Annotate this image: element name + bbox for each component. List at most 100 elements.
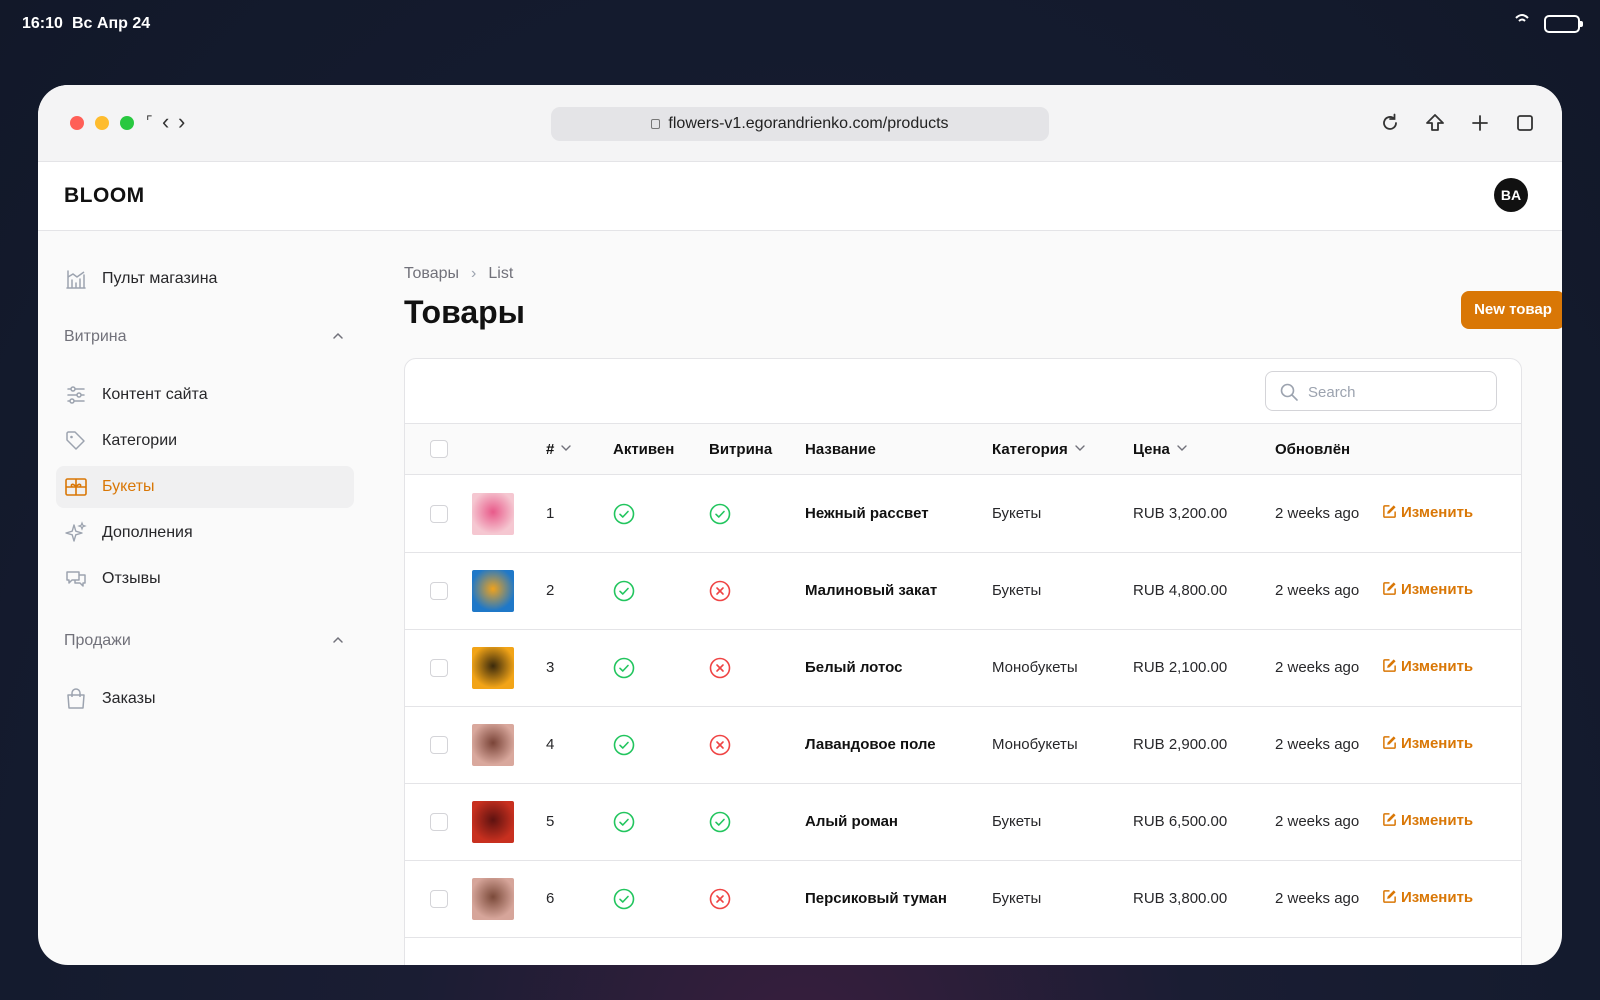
battery-icon [1544,15,1583,33]
cell-number: 6 [546,890,555,907]
column-header-category[interactable]: Категория [992,441,1086,458]
search-icon [1279,382,1299,402]
cell-number: 1 [546,505,555,522]
cell-updated: 2 weeks ago [1275,813,1360,830]
edit-button[interactable]: Изменить [1382,812,1473,829]
check-circle-icon [613,734,635,756]
sidebar-item-bouquets[interactable]: Букеты [56,466,354,508]
edit-button[interactable]: Изменить [1382,735,1473,752]
column-header-number[interactable]: # [546,441,572,458]
cell-product-name: Лавандовое поле [805,736,936,753]
cell-updated: 2 weeks ago [1275,736,1360,753]
table-row[interactable]: 3 Белый лотос Монобукеты RUB 2,100.00 2 week… [405,630,1521,707]
search-input[interactable] [1308,381,1488,403]
share-icon[interactable] [1423,111,1447,135]
forward-icon[interactable]: › [178,109,185,135]
product-thumbnail [472,724,514,766]
sidebar-item-site-content[interactable]: Контент сайта [56,374,354,416]
column-header-price[interactable]: Цена [1133,441,1188,458]
cell-category: Букеты [992,890,1042,907]
table-row[interactable]: 2 Малиновый закат Букеты RUB 4,800.00 2 week… [405,553,1521,630]
cell-category: Монобукеты [992,736,1078,753]
edit-button[interactable]: Изменить [1382,504,1473,521]
app-logo[interactable]: BLOOM [64,184,145,208]
app-header: BLOOM BA [38,162,1562,231]
product-thumbnail [472,801,514,843]
cell-category: Букеты [992,582,1042,599]
maximize-window-button[interactable] [120,116,134,130]
chevron-down-icon [1176,441,1188,453]
check-circle-icon [709,811,731,833]
cell-product-name: Алый роман [805,813,898,830]
new-product-button[interactable]: New товар [1461,291,1562,329]
cell-price: RUB 2,100.00 [1133,659,1228,676]
tabs-overview-icon[interactable] [1513,111,1537,135]
sidebar-item-label: Букеты [102,478,155,495]
table-row[interactable]: 4 Лавандовое поле Монобукеты RUB 2,900.00 2 … [405,707,1521,784]
breadcrumb-products[interactable]: Товары [404,265,459,282]
browser-window: ⌜ ‹ › flowers-v1.egorandrienko.com/produ… [38,85,1562,965]
url-text: flowers-v1.egorandrienko.com/products [668,115,949,132]
address-bar[interactable]: flowers-v1.egorandrienko.com/products [551,107,1049,141]
edit-button[interactable]: Изменить [1382,889,1473,906]
cell-number: 2 [546,582,555,599]
cell-number: 3 [546,659,555,676]
user-avatar[interactable]: BA [1494,178,1528,212]
cell-price: RUB 3,200.00 [1133,505,1228,522]
cell-product-name: Малиновый закат [805,582,938,599]
check-circle-icon [613,811,635,833]
check-circle-icon [613,657,635,679]
sidebar-group-storefront[interactable]: Витрина [64,328,127,346]
column-header-active: Активен [613,441,675,458]
sidebar-item-orders[interactable]: Заказы [56,678,354,720]
edit-button[interactable]: Изменить [1382,581,1473,598]
breadcrumb-list: List [488,265,514,282]
shop-chart-icon [64,267,88,291]
chevron-up-icon[interactable] [330,632,346,648]
sidebar-item-label: Дополнения [102,524,193,541]
close-window-button[interactable] [70,116,84,130]
select-all-checkbox[interactable] [430,440,448,458]
check-circle-icon [613,580,635,602]
sidebar-item-label: Категории [102,432,178,449]
product-thumbnail [472,878,514,920]
sidebar-item-label: Контент сайта [102,386,208,403]
products-table: # Активен Витрина Название Категория Цен… [404,358,1522,965]
cell-updated: 2 weeks ago [1275,505,1360,522]
search-box[interactable] [1265,371,1497,411]
cell-number: 5 [546,813,555,830]
cell-price: RUB 4,800.00 [1133,582,1228,599]
back-icon[interactable]: ‹ [162,109,169,135]
row-checkbox[interactable] [430,813,448,831]
check-circle-icon [709,503,731,525]
sidebar-toggle-icon[interactable]: ⌜ [146,113,153,130]
row-checkbox[interactable] [430,736,448,754]
cell-category: Монобукеты [992,659,1078,676]
edit-button[interactable]: Изменить [1382,658,1473,675]
sidebar-item-categories[interactable]: Категории [56,420,354,462]
minimize-window-button[interactable] [95,116,109,130]
sidebar-item-dashboard[interactable]: Пульт магазина [56,258,354,300]
edit-icon [1382,889,1397,904]
status-time: 16:10 [22,15,63,32]
sidebar-group-sales[interactable]: Продажи [64,632,131,650]
row-checkbox[interactable] [430,582,448,600]
table-row[interactable]: 6 Персиковый туман Букеты RUB 3,800.00 2 wee… [405,861,1521,938]
row-checkbox[interactable] [430,505,448,523]
reload-icon[interactable] [1378,111,1402,135]
row-checkbox[interactable] [430,659,448,677]
row-checkbox[interactable] [430,890,448,908]
table-row[interactable]: 5 Алый роман Букеты RUB 6,500.00 2 weeks ago… [405,784,1521,861]
chevron-up-icon[interactable] [330,328,346,344]
cell-price: RUB 6,500.00 [1133,813,1228,830]
shopping-bag-icon [64,687,88,711]
cell-category: Букеты [992,505,1042,522]
sidebar-item-addons[interactable]: Дополнения [56,512,354,554]
sidebar-item-reviews[interactable]: Отзывы [56,558,354,600]
edit-icon [1382,658,1397,673]
table-row[interactable]: 1 Нежный рассвет Букеты RUB 3,200.00 2 weeks… [405,476,1521,553]
check-circle-icon [613,888,635,910]
product-thumbnail [472,570,514,612]
new-tab-icon[interactable] [1468,111,1492,135]
cell-updated: 2 weeks ago [1275,890,1360,907]
